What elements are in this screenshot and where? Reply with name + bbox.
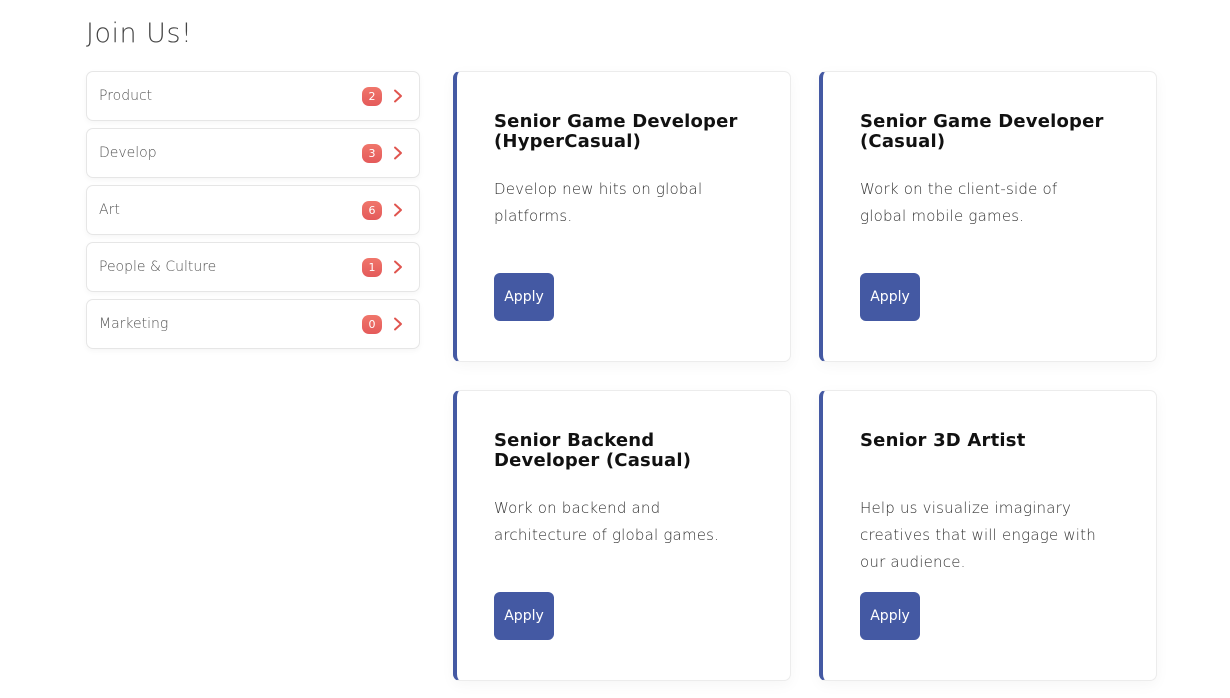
job-title: Senior Backend Developer (Casual): [494, 430, 692, 471]
category-item-art[interactable]: Art 6: [86, 185, 420, 235]
job-card: Senior Game Developer (Casual) Work on t…: [819, 71, 1157, 362]
job-title: Senior 3D Artist: [860, 430, 1026, 451]
category-label: Develop: [99, 145, 157, 161]
category-count-badge: 2: [362, 86, 382, 106]
page-title: Join Us!: [86, 18, 193, 49]
category-count-badge: 0: [362, 314, 382, 334]
careers-page: Join Us! Product 2 Develop 3 Art 6 Peopl…: [0, 0, 1230, 698]
category-label: Art: [99, 202, 120, 218]
apply-button[interactable]: Apply: [860, 273, 920, 321]
category-count-badge: 6: [362, 200, 382, 220]
category-list: Product 2 Develop 3 Art 6 People & Cultu…: [86, 71, 420, 356]
chevron-right-icon: [391, 317, 405, 331]
apply-button[interactable]: Apply: [494, 592, 554, 640]
chevron-right-icon: [391, 203, 405, 217]
category-item-people-culture[interactable]: People & Culture 1: [86, 242, 420, 292]
category-item-develop[interactable]: Develop 3: [86, 128, 420, 178]
job-description: Work on the client-side of global mobile…: [860, 180, 1058, 225]
job-title: Senior Game Developer (HyperCasual): [494, 111, 738, 152]
category-label: Marketing: [99, 316, 169, 332]
apply-button[interactable]: Apply: [860, 592, 920, 640]
chevron-right-icon: [391, 260, 405, 274]
category-item-product[interactable]: Product 2: [86, 71, 420, 121]
job-description: Help us visualize imaginary creatives th…: [860, 499, 1096, 571]
job-title: Senior Game Developer (Casual): [860, 111, 1104, 152]
category-label: Product: [99, 88, 153, 104]
apply-button[interactable]: Apply: [494, 273, 554, 321]
job-card: Senior Backend Developer (Casual) Work o…: [453, 390, 791, 681]
category-item-marketing[interactable]: Marketing 0: [86, 299, 420, 349]
job-description: Work on backend and architecture of glob…: [494, 499, 720, 544]
job-card: Senior 3D Artist Help us visualize imagi…: [819, 390, 1157, 681]
chevron-right-icon: [391, 89, 405, 103]
category-count-badge: 3: [362, 143, 382, 163]
category-count-badge: 1: [362, 257, 382, 277]
chevron-right-icon: [391, 146, 405, 160]
job-description: Develop new hits on global platforms.: [494, 180, 703, 225]
category-label: People & Culture: [99, 259, 217, 275]
job-card: Senior Game Developer (HyperCasual) Deve…: [453, 71, 791, 362]
